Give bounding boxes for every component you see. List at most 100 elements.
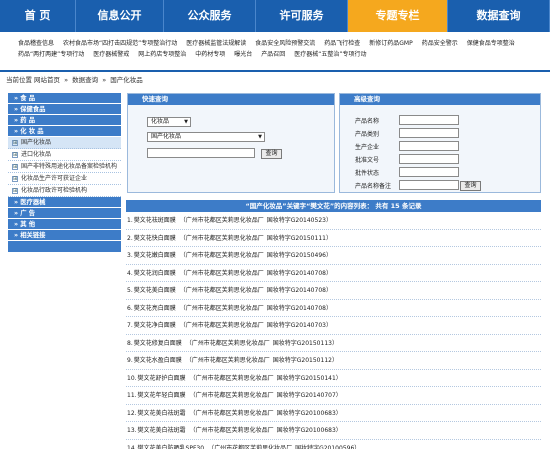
expand-box-icon: ⊞ bbox=[12, 152, 18, 158]
sidebar-subitem[interactable]: ⊞ 进口化妆品 bbox=[8, 149, 121, 161]
result-row[interactable]: 13.樊文花美白祛斑霜 （广州市花都区芙莉思化妆品厂 国妆特字G20100683） bbox=[126, 422, 541, 440]
expand-box-icon: ⊞ bbox=[12, 176, 18, 182]
result-row[interactable]: 14.樊文花美白防晒乳SPF30 （广州市花都区芙莉思化妆品厂 国妆特字G20100… bbox=[126, 440, 541, 449]
breadcrumb-separator: » bbox=[102, 76, 107, 84]
approval-status-input[interactable] bbox=[399, 167, 459, 177]
result-product-name[interactable]: 樊文花水盈白面膜 bbox=[134, 357, 182, 364]
result-product-name[interactable]: 樊文花舒护白面膜 bbox=[138, 375, 186, 382]
topic-link[interactable]: 医疗器械警戒 bbox=[93, 49, 129, 60]
result-license: 国妆特字G20140708） bbox=[266, 269, 332, 277]
result-row[interactable]: 12.樊文花美白祛斑霜 （广州市花都区芙莉思化妆品厂 国妆特字G20100683） bbox=[126, 405, 541, 422]
result-product-name[interactable]: 樊文花修复白面膜 bbox=[134, 340, 182, 347]
result-row[interactable]: 9.樊文花水盈白面膜 （广州市花都区芙莉思化妆品厂 国妆特字G20150112） bbox=[126, 352, 541, 370]
result-license: 国妆特字G20140523） bbox=[266, 217, 332, 224]
product-category-input[interactable] bbox=[399, 128, 459, 138]
chevron-down-icon: ▼ bbox=[258, 134, 262, 140]
result-row[interactable]: 10.樊文花舒护白面膜 （广州市花都区芙莉思化妆品厂 国妆特字G20150141） bbox=[126, 370, 541, 387]
category-select[interactable]: 化妆品 ▼ bbox=[147, 117, 191, 127]
breadcrumb-link-home[interactable]: 网站首页 bbox=[34, 76, 60, 84]
nav-tab-5[interactable]: 数据查询 bbox=[448, 0, 550, 32]
result-license: 国妆特字G20140703） bbox=[266, 322, 332, 329]
result-number: 10. bbox=[127, 374, 137, 382]
result-product-name[interactable]: 樊文花美白祛斑霜 bbox=[138, 410, 186, 417]
nav-tab-3[interactable]: 许可服务 bbox=[256, 0, 348, 32]
main-nav: 首 页信息公开 公众服务 许可服务 专题专栏 数据查询 bbox=[0, 0, 550, 32]
expand-box-icon: ⊞ bbox=[12, 164, 18, 170]
sidebar-category[interactable]: » 药 品 bbox=[8, 115, 121, 126]
sidebar-subitem[interactable]: ⊞ 国产化妆品 bbox=[8, 137, 121, 149]
result-row[interactable]: 3.樊文花嫩白面膜 （广州市花都区芙莉思化妆品厂 国妆特字G20150496） bbox=[126, 247, 541, 265]
topic-link[interactable]: 保健食品专项整治 bbox=[467, 38, 515, 49]
result-product-name[interactable]: 樊文花美白祛斑霜 bbox=[138, 427, 186, 434]
result-number: 4. bbox=[127, 269, 133, 277]
topic-link[interactable]: 曝光台 bbox=[234, 49, 252, 60]
topic-link[interactable]: 新修订药品GMP bbox=[369, 38, 412, 49]
result-row[interactable]: 4.樊文花润白面膜 （广州市花都区芙莉思化妆品厂 国妆特字G20140708） bbox=[126, 265, 541, 282]
sidebar-subitem-label: 进口化妆品 bbox=[21, 151, 52, 158]
sidebar-category[interactable]: » 食 品 bbox=[8, 93, 121, 104]
topic-link[interactable]: 中药材专项 bbox=[195, 49, 225, 60]
approval-number-input[interactable] bbox=[399, 154, 459, 164]
result-product-name[interactable]: 樊文花亮白面膜 bbox=[134, 305, 176, 312]
sidebar-footer-bar bbox=[8, 241, 121, 252]
nav-tab-2[interactable]: 公众服务 bbox=[164, 0, 256, 32]
result-product-name[interactable]: 樊文花润白面膜 bbox=[134, 270, 176, 277]
result-product-name[interactable]: 樊文花嫩白面膜 bbox=[134, 252, 176, 259]
sidebar-category[interactable]: » 其 他 bbox=[8, 219, 121, 230]
result-row[interactable]: 8.樊文花修复白面膜 （广州市花都区芙莉思化妆品厂 国妆特字G20150113） bbox=[126, 335, 541, 352]
result-product-name[interactable]: 樊文花美白防晒乳SPF30 bbox=[138, 445, 205, 449]
sidebar-subitem[interactable]: ⊞ 国产非特殊用途化妆品备案检验机构 bbox=[8, 161, 121, 173]
results-list: “国产化妆品”关键字“樊文花”的内容列表： 共有 15 条记录 1.樊文花祛斑面… bbox=[126, 200, 541, 449]
nav-tab-0[interactable]: 首 页 bbox=[0, 0, 76, 32]
topic-link[interactable]: 产品召回 bbox=[261, 49, 285, 60]
result-row[interactable]: 1.樊文花祛斑面膜 （广州市花都区芙莉思化妆品厂 国妆特字G20140523） bbox=[126, 212, 541, 230]
topic-link[interactable]: 农村食品市场“四打击四规范”专项整治行动 bbox=[63, 38, 177, 49]
product-name-input[interactable] bbox=[399, 115, 459, 125]
result-product-name[interactable]: 樊文花美白面膜 bbox=[134, 287, 176, 294]
quick-search-button[interactable]: 查询 bbox=[261, 149, 282, 159]
result-product-name[interactable]: 樊文花净白面膜 bbox=[134, 322, 176, 329]
result-row[interactable]: 7.樊文花净白面膜 （广州市花都区芙莉思化妆品厂 国妆特字G20140703） bbox=[126, 317, 541, 335]
result-license: 国妆特字G20150141） bbox=[276, 374, 342, 382]
manufacturer-input[interactable] bbox=[399, 141, 459, 151]
topic-link[interactable]: 医疗器械“五整治”专项行动 bbox=[294, 49, 366, 60]
topic-link[interactable]: 医疗器械监管法规解读 bbox=[186, 38, 246, 49]
topic-link[interactable]: 食品稽查信息 bbox=[18, 38, 54, 49]
result-product-name[interactable]: 樊文花年轻白面膜 bbox=[138, 392, 186, 399]
result-product-name[interactable]: 樊文花祛斑面膜 bbox=[134, 217, 176, 224]
topic-link[interactable]: 药品“两打两建”专项行动 bbox=[18, 49, 84, 60]
nav-tab-4[interactable]: 专题专栏 bbox=[348, 0, 448, 32]
sidebar-subitem[interactable]: ⊞ 化妆品行政许可检验机构 bbox=[8, 185, 121, 197]
result-row[interactable]: 5.樊文花美白面膜 （广州市花都区芙莉思化妆品厂 国妆特字G20140708） bbox=[126, 282, 541, 300]
result-license: 国妆特字G20140708） bbox=[266, 304, 332, 312]
product-remark-input[interactable] bbox=[399, 180, 459, 190]
advanced-search-panel: 高级查询 产品名称 产品类别 生产企业 批准文号 批件状态 产品名称备注 查询 bbox=[339, 93, 541, 193]
result-company: （广州市花都区芙莉思化妆品厂 bbox=[189, 427, 274, 434]
category-select-value: 化妆品 bbox=[151, 118, 170, 125]
subcategory-select[interactable]: 国产化妆品 ▼ bbox=[147, 132, 265, 142]
sidebar-category[interactable]: » 相关链接 bbox=[8, 230, 121, 241]
expand-box-icon: ⊞ bbox=[12, 188, 18, 194]
keyword-input[interactable] bbox=[147, 148, 255, 158]
result-license: 国妆特字G20100683） bbox=[276, 427, 342, 434]
topic-link[interactable]: 网上药店专项整治 bbox=[138, 49, 186, 60]
breadcrumb-link-data-query[interactable]: 数据查询 bbox=[72, 76, 98, 84]
sidebar-category[interactable]: » 医疗器械 bbox=[8, 197, 121, 208]
result-row[interactable]: 11.樊文花年轻白面膜 （广州市花都区芙莉思化妆品厂 国妆特字G20140707） bbox=[126, 387, 541, 405]
sidebar-category[interactable]: » 化 妆 品 bbox=[8, 126, 121, 137]
result-row[interactable]: 2.樊文花快白面膜 （广州市花都区芙莉思化妆品厂 国妆特字G20150111） bbox=[126, 230, 541, 247]
topic-link[interactable]: 食品安全风险预警交流 bbox=[255, 38, 315, 49]
result-number: 2. bbox=[127, 234, 133, 242]
result-row[interactable]: 6.樊文花亮白面膜 （广州市花都区芙莉思化妆品厂 国妆特字G20140708） bbox=[126, 300, 541, 317]
result-number: 5. bbox=[127, 287, 133, 294]
advanced-search-button[interactable]: 查询 bbox=[460, 181, 481, 191]
result-number: 13. bbox=[127, 427, 137, 434]
sidebar-subitem[interactable]: ⊞ 化妆品生产许可获证企业 bbox=[8, 173, 121, 185]
nav-tab-1[interactable]: 信息公开 bbox=[76, 0, 164, 32]
result-number: 7. bbox=[127, 322, 133, 329]
sidebar-category[interactable]: » 保健食品 bbox=[8, 104, 121, 115]
topic-link[interactable]: 药品安全警示 bbox=[422, 38, 458, 49]
sidebar-category[interactable]: » 广 告 bbox=[8, 208, 121, 219]
topic-link[interactable]: 药品飞行检查 bbox=[324, 38, 360, 49]
result-product-name[interactable]: 樊文花快白面膜 bbox=[134, 235, 176, 242]
